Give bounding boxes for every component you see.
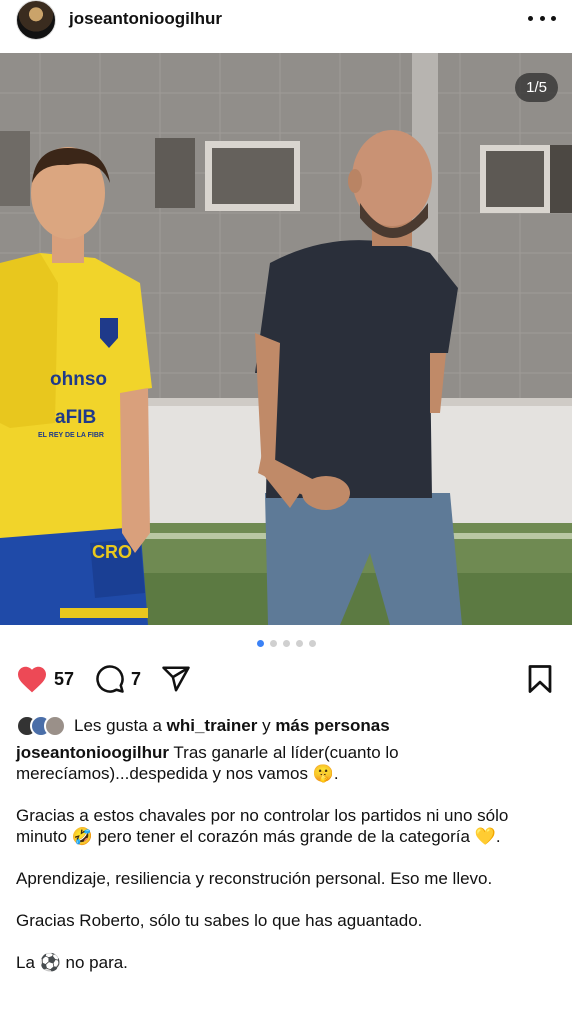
caption-username[interactable]: joseantonioogilhur (16, 743, 169, 762)
liker-avatar (44, 715, 66, 737)
comment-icon[interactable] (95, 664, 125, 694)
carousel-counter: 1/5 (515, 73, 558, 102)
action-bar: 57 7 (0, 660, 572, 704)
photo-scene: ohnso aFIB EL REY DE LA FIBR CRO (0, 53, 572, 625)
more-options-icon[interactable] (528, 8, 556, 28)
jersey-tagline: EL REY DE LA FIBR (38, 432, 104, 439)
like-count: 57 (54, 668, 75, 689)
comment-count: 7 (131, 668, 142, 689)
likes-connector: y (262, 716, 271, 735)
likes-prefix: Les gusta a (74, 716, 162, 735)
caption-para2: Gracias a estos chavales por no controla… (16, 806, 509, 846)
post-photo[interactable]: ohnso aFIB EL REY DE LA FIBR CRO 1/5 (0, 53, 572, 625)
caption-para5: La ⚽ no para. (16, 953, 128, 972)
carousel-dots[interactable] (0, 640, 572, 647)
like-button[interactable]: 57 (16, 664, 74, 694)
carousel-dot[interactable] (282, 640, 290, 647)
likes-summary[interactable]: Les gusta a whi_trainer y más personas (16, 714, 390, 738)
heart-icon[interactable] (16, 664, 48, 694)
carousel-dot[interactable] (269, 640, 277, 647)
likes-text[interactable]: Les gusta a whi_trainer y más personas (74, 716, 390, 736)
post-caption: joseantonioogilhur Tras ganarle al líder… (16, 742, 561, 973)
avatar[interactable] (16, 0, 56, 40)
caption-para4: Gracias Roberto, sólo tu sabes lo que ha… (16, 911, 423, 930)
shorts-text: CRO (92, 542, 132, 562)
post-username[interactable]: joseantonioogilhur (69, 9, 222, 29)
liker-username[interactable]: whi_trainer (167, 716, 258, 735)
share-button[interactable] (160, 664, 192, 694)
jersey-sponsor-text: ohnso (50, 369, 107, 390)
comment-button[interactable]: 7 (95, 664, 141, 694)
send-icon[interactable] (160, 664, 192, 694)
jersey-sponsor-text-2: aFIB (55, 407, 96, 428)
carousel-dot[interactable] (295, 640, 303, 647)
save-button[interactable] (526, 664, 554, 694)
caption-para3: Aprendizaje, resiliencia y reconstrución… (16, 869, 493, 888)
carousel-dot[interactable] (256, 640, 264, 647)
carousel-dot[interactable] (308, 640, 316, 647)
post-header: joseantonioogilhur (0, 0, 572, 50)
bookmark-icon[interactable] (526, 664, 554, 694)
likes-others[interactable]: más personas (275, 716, 389, 735)
